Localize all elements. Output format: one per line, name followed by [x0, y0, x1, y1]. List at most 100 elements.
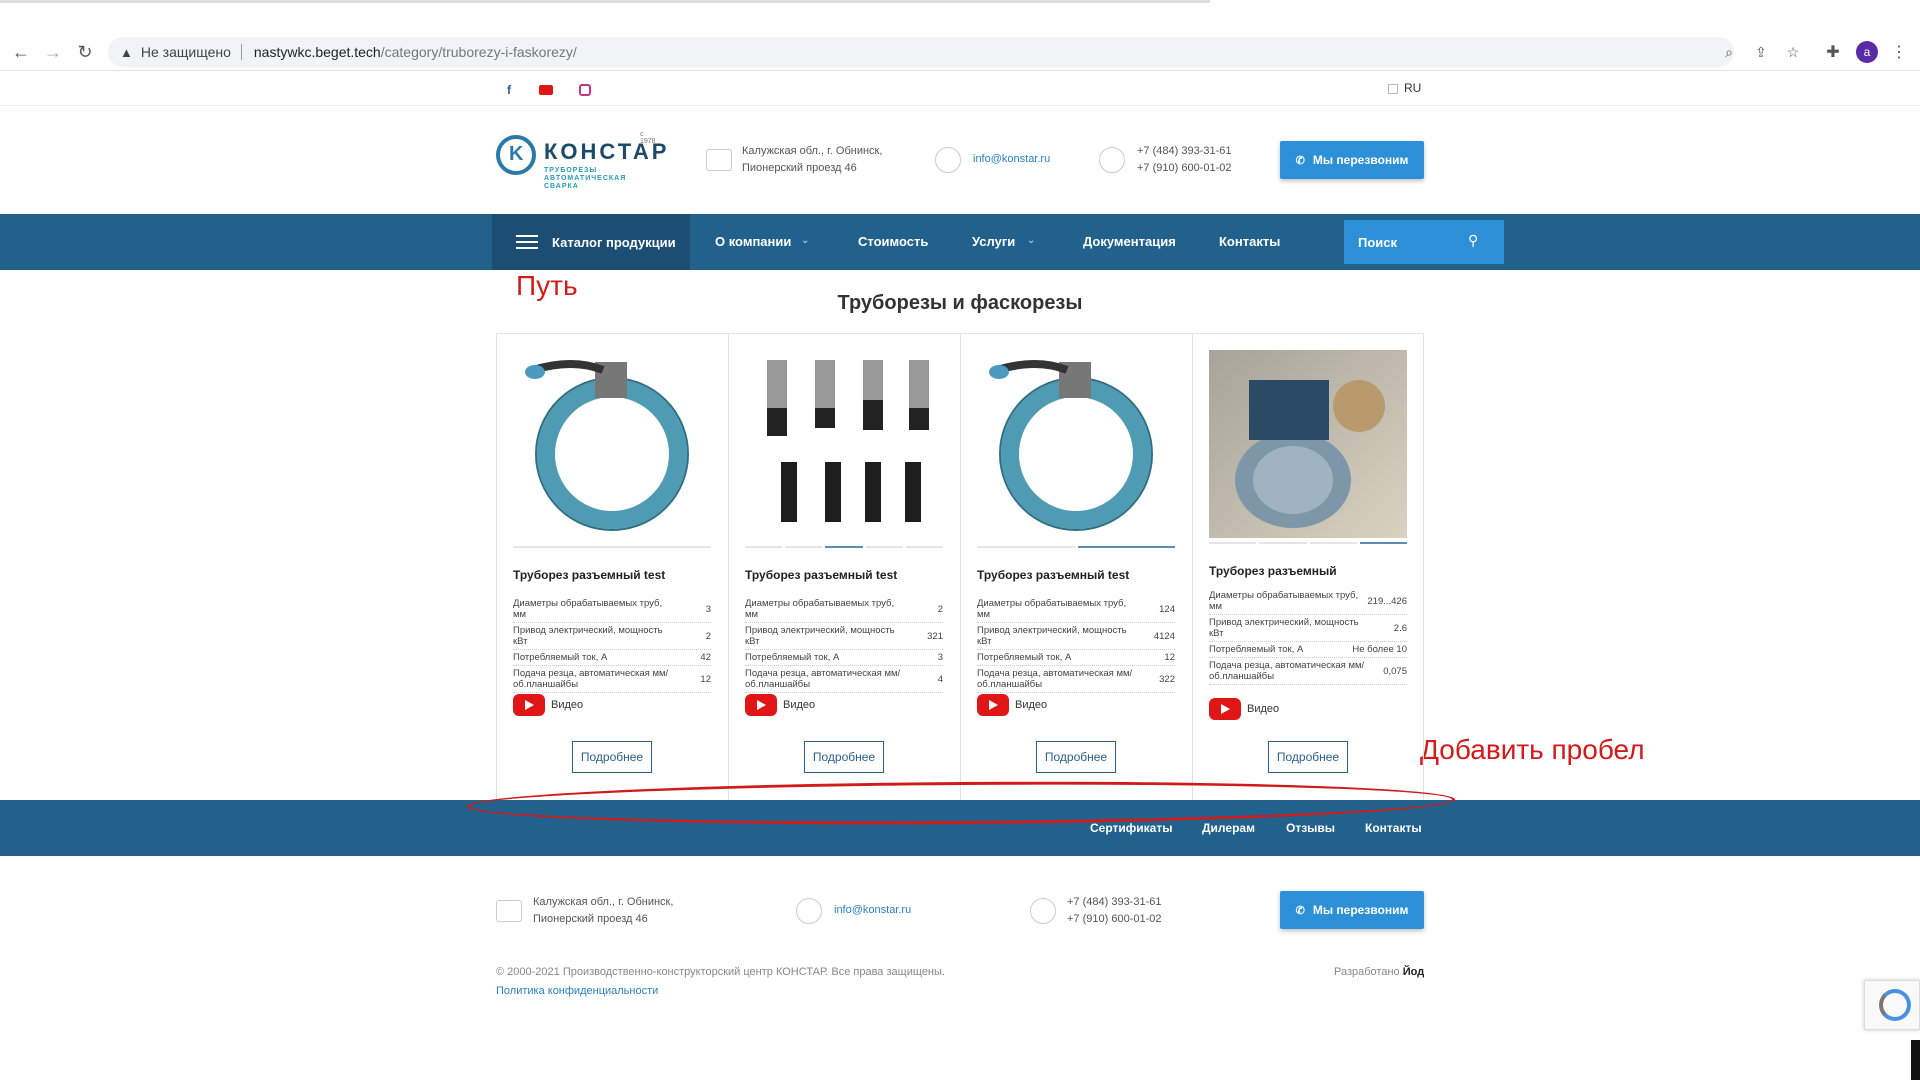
nav-contacts[interactable]: Контакты [1219, 234, 1280, 249]
phone1[interactable]: +7 (484) 393-31-61 [1137, 143, 1231, 160]
footer-link-contacts[interactable]: Контакты [1365, 821, 1422, 835]
reload-icon[interactable]: ↻ [74, 41, 96, 63]
footer-email[interactable]: info@konstar.ru [834, 902, 911, 919]
video-link[interactable]: Видео [745, 694, 815, 716]
nav-docs[interactable]: Документация [1083, 234, 1176, 249]
spec-value: 12 [700, 673, 711, 685]
spec-key: Диаметры обрабатываемых труб, мм [513, 598, 663, 620]
carousel-dots[interactable] [745, 546, 944, 548]
header-email[interactable]: info@konstar.ru [973, 151, 1050, 168]
nav-services[interactable]: Услуги [972, 234, 1015, 249]
product-image[interactable] [977, 350, 1175, 538]
nav-price[interactable]: Стоимость [858, 234, 928, 249]
footer-link-reviews[interactable]: Отзывы [1286, 821, 1335, 835]
browser-toolbar: ← → ↻ ▲ Не защищено nastywkc.beget.tech /… [0, 33, 1920, 71]
tab-divider [0, 0, 1210, 3]
carousel-dots[interactable] [1209, 542, 1407, 544]
facebook-icon[interactable]: f [499, 80, 519, 100]
spec-value: 2 [937, 603, 943, 615]
phone2[interactable]: +7 (910) 600-01-02 [1137, 160, 1231, 177]
product-specs: Диаметры обрабатываемых труб, мм 219...42… [1209, 588, 1407, 685]
search-icon[interactable]: ⚲ [1468, 232, 1478, 249]
dev-name[interactable]: Йод [1403, 966, 1424, 978]
catalog-menu-button[interactable]: Каталог продукции [492, 214, 690, 270]
spec-value: Не более 10 [1352, 644, 1407, 655]
product-title[interactable]: Труборез разъемный test [977, 568, 1129, 582]
phone-icon [1030, 898, 1056, 924]
details-button[interactable]: Подробнее [1036, 741, 1116, 773]
url-host: nastywkc.beget.tech [253, 44, 381, 60]
address-line1: Калужская обл., г. Обнинск, [533, 896, 674, 908]
video-label: Видео [551, 699, 584, 711]
hamburger-icon [516, 231, 538, 253]
bookmark-star-icon[interactable]: ☆ [1784, 43, 1802, 61]
search-input[interactable]: Поиск [1344, 220, 1504, 264]
callback-button[interactable]: ✆ Мы перезвоним [1280, 141, 1424, 179]
site-footer: Калужская обл., г. Обнинск, Пионерский п… [0, 856, 1920, 1080]
header-address: Калужская обл., г. Обнинск, Пионерский п… [742, 143, 882, 177]
details-button[interactable]: Подробнее [1268, 741, 1348, 773]
video-link[interactable]: Видео [977, 694, 1047, 716]
video-link[interactable]: Видео [1209, 698, 1279, 720]
page-title: Труборезы и фаскорезы [837, 292, 1083, 314]
product-image[interactable] [1209, 350, 1407, 538]
carousel-dots[interactable] [513, 546, 711, 548]
spec-row: Потребляемый ток, А Не более 10 [1209, 642, 1407, 658]
back-icon[interactable]: ← [10, 41, 32, 63]
spec-row: Диаметры обрабатываемых труб, мм 219...42… [1209, 588, 1407, 615]
spec-row: Потребляемый ток, А 3 [745, 650, 943, 666]
spec-key: Привод электрический, мощность кВт [745, 625, 895, 647]
phone1[interactable]: +7 (484) 393-31-61 [1067, 894, 1161, 911]
spec-row: Диаметры обрабатываемых труб, мм 124 [977, 596, 1175, 623]
spec-value: 4124 [1153, 630, 1175, 642]
video-label: Видео [783, 699, 816, 711]
youtube-play-icon [513, 694, 545, 716]
youtube-play-icon [745, 694, 777, 716]
spec-key: Подача резца, автоматическая мм/об.планш… [1209, 660, 1365, 682]
forward-icon[interactable]: → [42, 41, 64, 63]
phone2[interactable]: +7 (910) 600-01-02 [1067, 911, 1161, 928]
omnibox-separator [240, 44, 242, 60]
address-bar[interactable]: ▲ Не защищено nastywkc.beget.tech/catego… [108, 37, 1734, 67]
recaptcha-badge[interactable] [1864, 980, 1920, 1030]
callback-label: Мы перезвоним [1312, 153, 1409, 167]
product-title[interactable]: Труборез разъемный [1209, 564, 1337, 578]
profile-avatar[interactable]: a [1856, 41, 1878, 63]
privacy-link[interactable]: Политика конфиденциальности [496, 985, 658, 997]
logo[interactable]: КОНСТАР с 1978 ТРУБОРЕЗЫ АВТОМАТИЧЕСКАЯ … [496, 131, 666, 191]
chevron-down-icon[interactable]: ⌄ [801, 235, 809, 246]
header-phones: +7 (484) 393-31-61 +7 (910) 600-01-02 [1137, 143, 1231, 177]
menu-kebab-icon[interactable]: ⋮ [1888, 41, 1910, 63]
footer-link-dealers[interactable]: Дилерам [1202, 821, 1255, 835]
spec-value: 0,075 [1383, 665, 1407, 677]
chevron-down-icon[interactable]: ⌄ [1027, 235, 1035, 246]
product-card: Труборез разъемный test Диаметры обрабат… [497, 334, 729, 802]
instagram-icon[interactable] [575, 80, 595, 100]
spec-row: Подача резца, автоматическая мм/об.планш… [513, 666, 711, 693]
product-image[interactable] [745, 350, 943, 538]
video-link[interactable]: Видео [513, 694, 583, 716]
details-button[interactable]: Подробнее [572, 741, 652, 773]
nav-about[interactable]: О компании [715, 234, 791, 249]
carousel-dots[interactable] [977, 546, 1175, 548]
footer-callback-button[interactable]: ✆ Мы перезвоним [1280, 891, 1424, 929]
spec-value: 3 [705, 603, 711, 615]
footer-link-certificates[interactable]: Сертификаты [1090, 821, 1172, 835]
search-placeholder: Поиск [1358, 234, 1398, 250]
details-button[interactable]: Подробнее [804, 741, 884, 773]
language-switcher[interactable]: RU [1388, 81, 1421, 95]
youtube-icon[interactable] [536, 80, 556, 100]
product-title[interactable]: Труборез разъемный test [745, 568, 897, 582]
product-title[interactable]: Труборез разъемный test [513, 568, 665, 582]
spec-key: Потребляемый ток, А [977, 652, 1072, 663]
developer-credit: Разработано Йод [1334, 966, 1424, 978]
youtube-play-icon [977, 694, 1009, 716]
product-image[interactable] [513, 350, 711, 538]
spec-value: 12 [1164, 652, 1175, 663]
spec-row: Подача резца, автоматическая мм/об.планш… [977, 666, 1175, 693]
zoom-icon[interactable]: ⌕ [1720, 43, 1738, 61]
spec-key: Подача резца, автоматическая мм/об.планш… [513, 668, 669, 690]
extensions-icon[interactable]: ✚ [1822, 41, 1844, 63]
phone-icon: ✆ [1295, 904, 1305, 917]
share-icon[interactable]: ⇪ [1752, 43, 1770, 61]
